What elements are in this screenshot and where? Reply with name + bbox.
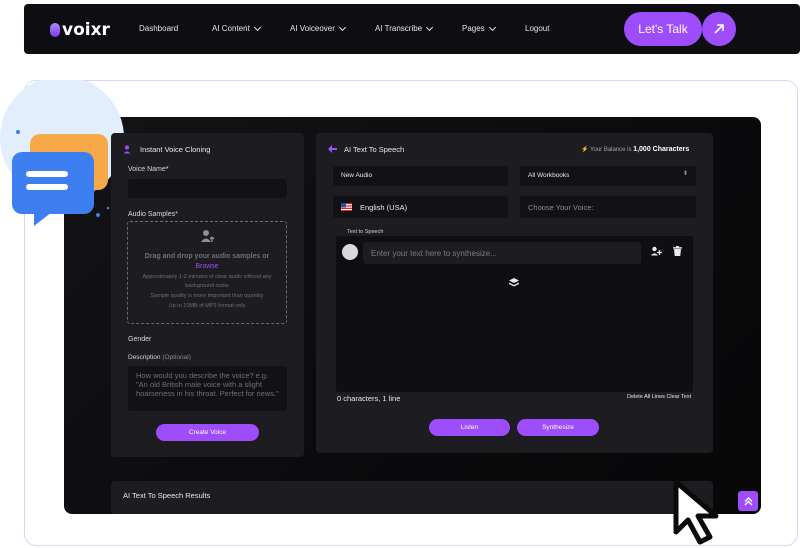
audio-samples-label: Audio Samples* <box>128 211 178 218</box>
text-to-speech-label: Text to Speech <box>347 229 384 235</box>
tts-results-title: AI Text To Speech Results <box>123 491 211 500</box>
select-arrows-icon: ⬍ <box>682 171 688 177</box>
audio-dropzone[interactable]: Drag and drop your audio samples or Brow… <box>127 221 287 324</box>
stack-icon[interactable] <box>509 278 519 287</box>
arrow-up-right-icon[interactable] <box>702 12 736 46</box>
chevron-down-icon <box>426 23 434 31</box>
dropzone-hint: background noise <box>185 283 229 289</box>
trash-icon[interactable] <box>673 246 682 256</box>
dropzone-hint: Approximately 1-2 minutes of clear audio… <box>142 274 272 280</box>
delete-all-lines-link[interactable]: Delete All Lines <box>627 394 665 400</box>
tts-title: AI Text To Speech <box>344 145 405 154</box>
nav-dashboard[interactable]: Dashboard <box>139 24 178 33</box>
chevron-down-icon <box>338 23 346 31</box>
language-select[interactable]: English (USA) <box>333 196 508 218</box>
nav-ai-content[interactable]: AI Content <box>212 23 261 33</box>
description-label: Description (Optional) <box>128 354 191 361</box>
lets-talk-button[interactable]: Let's Talk <box>624 12 702 46</box>
bolt-icon: ⚡ <box>581 147 589 153</box>
back-arrow-icon[interactable] <box>328 145 337 153</box>
create-voice-button[interactable]: Create Voice <box>156 424 259 441</box>
chevron-down-icon <box>488 23 496 31</box>
nav-ai-voiceover[interactable]: AI Voiceover <box>290 23 346 33</box>
browse-link[interactable]: Browse <box>128 263 286 270</box>
brand-name: voixr <box>62 20 110 40</box>
voice-cloning-title: Instant Voice Cloning <box>140 145 211 154</box>
us-flag-icon <box>341 203 352 211</box>
character-counter: 0 characters, 1 line <box>337 394 401 403</box>
text-actions: Delete All Lines Clear Text <box>627 394 691 400</box>
top-nav: voixr Dashboard AI Content AI Voiceover … <box>24 4 800 54</box>
gender-label: Gender <box>128 336 152 343</box>
description-textarea[interactable]: How would you describe the voice? e.g. "… <box>128 366 287 411</box>
audio-name-input[interactable]: New Audio <box>333 166 508 186</box>
listen-button[interactable]: Listen <box>429 419 510 436</box>
voice-name-input[interactable] <box>128 179 287 198</box>
clear-text-link[interactable]: Clear Text <box>666 394 691 400</box>
nav-logout[interactable]: Logout <box>525 24 549 33</box>
upload-user-icon <box>201 230 215 242</box>
nav-pages[interactable]: Pages <box>462 23 496 33</box>
add-line-icon[interactable] <box>651 246 662 256</box>
voice-user-icon <box>123 145 131 154</box>
dropzone-hint: Up to 10MB of MP3 format only <box>168 303 246 309</box>
chevron-down-icon <box>253 23 261 31</box>
workbook-select[interactable]: All Workbooks ⬍ <box>520 166 696 186</box>
mic-logo-icon <box>50 23 60 37</box>
cursor-icon <box>673 479 719 545</box>
voice-name-label: Voice Name* <box>128 166 169 173</box>
nav-ai-transcribe[interactable]: AI Transcribe <box>375 23 434 33</box>
balance-text: ⚡ Your Balance is 1,000 Characters <box>581 146 690 153</box>
scroll-to-top-button[interactable] <box>738 491 758 511</box>
voice-select[interactable]: Choose Your Voice: <box>520 196 696 218</box>
dropzone-hint: Sample quality is more important than qu… <box>150 293 264 299</box>
text-line-input[interactable]: Enter your text here to synthesize... <box>363 242 641 264</box>
avatar-icon[interactable] <box>342 244 358 260</box>
dropzone-text: Drag and drop your audio samples or <box>144 253 270 260</box>
synthesize-button[interactable]: Synthesize <box>517 419 599 436</box>
brand-logo[interactable]: voixr <box>50 20 110 40</box>
double-chevron-up-icon <box>744 496 752 505</box>
